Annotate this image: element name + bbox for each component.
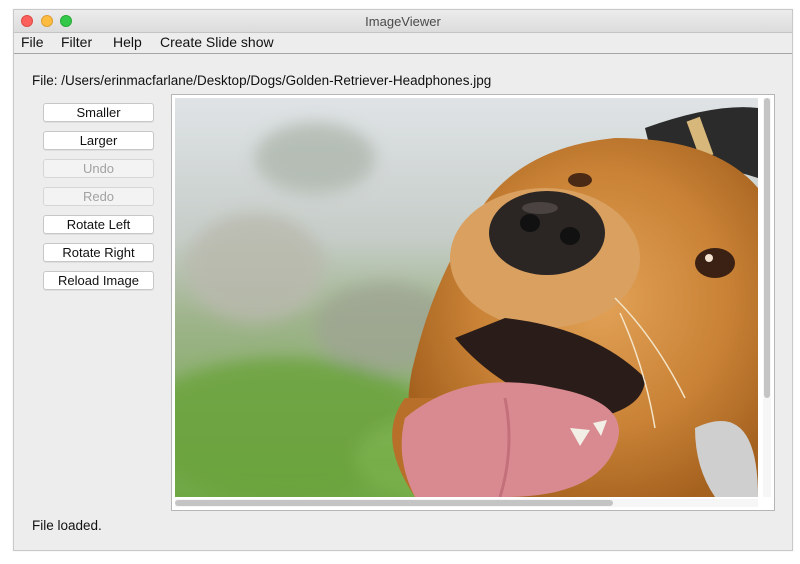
undo-button[interactable]: Undo bbox=[43, 159, 154, 178]
smaller-button[interactable]: Smaller bbox=[43, 103, 154, 122]
displayed-image bbox=[175, 98, 758, 497]
vertical-scroll-thumb[interactable] bbox=[764, 98, 770, 398]
menu-help[interactable]: Help bbox=[113, 34, 142, 50]
horizontal-scrollbar[interactable] bbox=[175, 499, 758, 507]
menu-bar: File Filter Help Create Slide show bbox=[14, 33, 792, 54]
rotate-right-button[interactable]: Rotate Right bbox=[43, 243, 154, 262]
horizontal-scroll-thumb[interactable] bbox=[175, 500, 613, 506]
image-scroll-pane[interactable] bbox=[171, 94, 775, 511]
menu-filter[interactable]: Filter bbox=[61, 34, 92, 50]
vertical-scrollbar[interactable] bbox=[763, 98, 771, 497]
image-viewer-window: ImageViewer File Filter Help Create Slid… bbox=[13, 9, 793, 551]
status-label: File loaded. bbox=[32, 518, 102, 533]
menu-create-slide-show[interactable]: Create Slide show bbox=[160, 34, 274, 50]
rotate-left-button[interactable]: Rotate Left bbox=[43, 215, 154, 234]
file-path-label: File: /Users/erinmacfarlane/Desktop/Dogs… bbox=[32, 73, 492, 88]
title-bar[interactable]: ImageViewer bbox=[14, 10, 792, 33]
window-title: ImageViewer bbox=[365, 14, 441, 29]
redo-button[interactable]: Redo bbox=[43, 187, 154, 206]
golden-retriever-photo-icon bbox=[175, 98, 758, 497]
larger-button[interactable]: Larger bbox=[43, 131, 154, 150]
menu-file[interactable]: File bbox=[21, 34, 44, 50]
reload-image-button[interactable]: Reload Image bbox=[43, 271, 154, 290]
